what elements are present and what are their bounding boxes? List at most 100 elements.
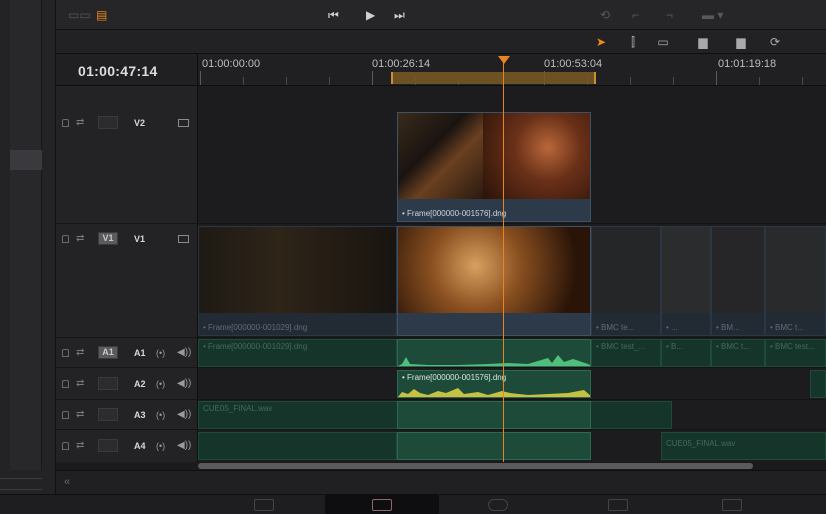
video-clip[interactable]: • BM...	[711, 226, 765, 336]
deliver-page-icon[interactable]	[722, 499, 742, 511]
scrollbar-thumb[interactable]	[198, 463, 753, 469]
media-page-icon[interactable]	[254, 499, 274, 511]
auto-select-icon[interactable]: ⇄	[76, 233, 84, 244]
audio-clip[interactable]: • BMC test...	[765, 339, 826, 367]
timeline-ruler[interactable]: 01:00:00:00 01:00:26:14 01:00:53:04 01:0…	[198, 54, 826, 86]
arrow-icon[interactable]: ➤	[592, 34, 610, 50]
play-icon[interactable]: ▶	[366, 8, 375, 22]
audio-clip[interactable]	[810, 370, 826, 398]
mark-in-icon[interactable]: ⌐	[632, 8, 639, 22]
destination-button[interactable]	[98, 439, 118, 452]
clip-name: • BMC te...	[596, 323, 635, 332]
destination-button[interactable]	[98, 377, 118, 390]
video-clip[interactable]: • ...	[661, 226, 711, 336]
audio-clip[interactable]	[397, 339, 591, 367]
ruler-tick	[802, 77, 803, 85]
track-header-a1[interactable]: ⇄ A1 A1 (•) ◀))	[56, 338, 198, 368]
ruler-label: 01:00:26:14	[372, 58, 431, 70]
track-header-v1[interactable]: ⇄ V1 V1	[56, 224, 198, 338]
audio-clip[interactable]: • BMC test_...	[591, 339, 661, 367]
in-out-range[interactable]	[391, 72, 596, 84]
overwrite-icon[interactable]: ▆	[732, 34, 750, 50]
replace-icon[interactable]: ⟳	[766, 34, 784, 50]
clip-name: • ...	[666, 323, 678, 332]
speaker-icon[interactable]: ◀))	[177, 409, 191, 420]
lock-icon[interactable]	[62, 411, 69, 419]
auto-select-icon[interactable]: ⇄	[76, 409, 84, 420]
track-header-a4[interactable]: ⇄ A4 (•) ◀))	[56, 430, 198, 462]
lock-icon[interactable]	[62, 442, 69, 450]
track-headers: ⇄ V2 ⇄ V1 V1 ⇄ A1 A1 (•) ◀)) ⇄ A2 (•) ◀)…	[56, 86, 198, 462]
video-clip[interactable]: • Frame[000000-001029].dng	[198, 226, 397, 336]
left-panel-selected-item[interactable]	[10, 150, 42, 170]
film-strip-icon[interactable]: ▤	[96, 8, 107, 22]
speaker-icon[interactable]: ◀))	[177, 347, 191, 358]
loop-icon[interactable]: ⟲	[600, 8, 610, 22]
clip-name: • Frame[000000-001029].dng	[203, 323, 308, 332]
video-clip[interactable]: • Frame[000000-001576].dng	[397, 112, 591, 222]
video-clip[interactable]: • BMC te...	[591, 226, 661, 336]
collapse-chevron-icon[interactable]: «	[64, 476, 70, 488]
color-page-icon[interactable]	[488, 499, 508, 511]
audio-clip[interactable]: • Frame[000000-001029].dng	[198, 339, 397, 367]
ruler-label: 01:00:00:00	[202, 58, 261, 70]
ruler-tick	[286, 77, 287, 85]
trim-icon[interactable]: ⫿	[624, 34, 642, 50]
audio-clip[interactable]	[198, 432, 397, 460]
timeline-tracks[interactable]: • Frame[000000-001576].dng • Frame[00000…	[198, 86, 826, 462]
ruler-label: 01:00:53:04	[544, 58, 603, 70]
audio-clip[interactable]: • BMC t...	[711, 339, 765, 367]
viewer-mode-icon[interactable]: ▭▭	[68, 8, 91, 22]
monitor-icon[interactable]	[178, 119, 189, 127]
track-row-a1: • Frame[000000-001029].dng • BMC test_..…	[198, 338, 826, 368]
playhead-handle[interactable]	[498, 56, 510, 64]
automation-icon[interactable]: (•)	[156, 410, 165, 420]
horizontal-scrollbar[interactable]	[198, 462, 826, 470]
speaker-icon[interactable]: ◀))	[177, 378, 191, 389]
fairlight-page-icon[interactable]	[608, 499, 628, 511]
automation-icon[interactable]: (•)	[156, 379, 165, 389]
destination-button[interactable]	[98, 116, 118, 129]
mark-out-icon[interactable]: ¬	[666, 8, 673, 22]
audio-clip-segment[interactable]	[397, 401, 591, 429]
track-header-a2[interactable]: ⇄ A2 (•) ◀))	[56, 368, 198, 400]
lock-icon[interactable]	[62, 235, 69, 243]
audio-clip[interactable]: • Frame[000000-001576].dng	[397, 370, 591, 398]
left-panel-toggle[interactable]	[0, 478, 42, 490]
automation-icon[interactable]: (•)	[156, 441, 165, 451]
clip-name: • Frame[000000-001576].dng	[402, 373, 507, 382]
track-header-v2[interactable]: ⇄ V2	[56, 86, 198, 224]
clip-name: • BMC t...	[770, 323, 804, 332]
jump-to-end-icon[interactable]: ⏭	[394, 8, 405, 23]
monitor-icon[interactable]	[178, 235, 189, 243]
video-clip[interactable]	[397, 226, 591, 336]
ruler-tick	[759, 77, 760, 85]
jump-to-start-icon[interactable]: ⏮	[328, 8, 339, 23]
video-clip[interactable]: • BMC t...	[765, 226, 826, 336]
output-dropdown-icon[interactable]: ▬ ▾	[702, 8, 723, 22]
playhead[interactable]	[503, 56, 504, 462]
track-name: A2	[134, 379, 146, 389]
audio-clip[interactable]: CUE05_FINAL.wav	[661, 432, 826, 460]
auto-select-icon[interactable]: ⇄	[76, 440, 84, 451]
auto-select-icon[interactable]: ⇄	[76, 117, 84, 128]
destination-button[interactable]	[98, 408, 118, 421]
destination-button[interactable]: A1	[98, 346, 118, 359]
blade-icon[interactable]: ▭	[654, 34, 672, 50]
destination-button[interactable]: V1	[98, 232, 118, 245]
audio-clip-segment[interactable]	[397, 432, 591, 460]
ruler-label: 01:01:19:18	[718, 58, 777, 70]
timecode-display[interactable]: 01:00:47:14	[56, 54, 198, 86]
lock-icon[interactable]	[62, 380, 69, 388]
lock-icon[interactable]	[62, 119, 69, 127]
audio-clip[interactable]: • B...	[661, 339, 711, 367]
automation-icon[interactable]: (•)	[156, 348, 165, 358]
edit-page-icon[interactable]	[372, 499, 392, 511]
lock-icon[interactable]	[62, 349, 69, 357]
insert-icon[interactable]: ▆	[694, 34, 712, 50]
auto-select-icon[interactable]: ⇄	[76, 347, 84, 358]
speaker-icon[interactable]: ◀))	[177, 440, 191, 451]
auto-select-icon[interactable]: ⇄	[76, 378, 84, 389]
track-header-a3[interactable]: ⇄ A3 (•) ◀))	[56, 400, 198, 430]
ruler-tick	[200, 71, 201, 85]
